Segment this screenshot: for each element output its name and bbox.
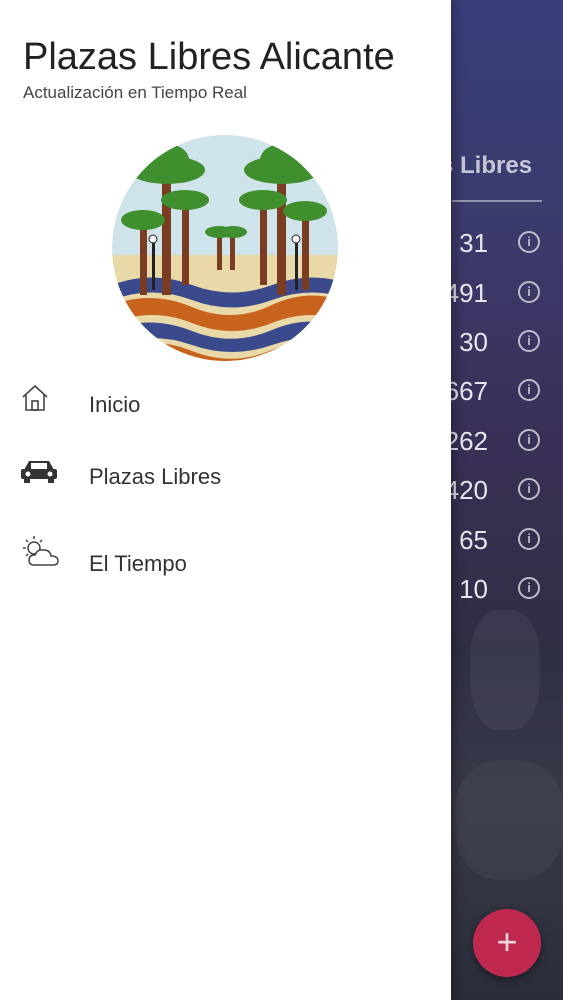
info-icon[interactable]: i: [518, 528, 540, 550]
palm-promenade-illustration: [112, 135, 338, 361]
menu-item-inicio[interactable]: Inicio: [0, 375, 451, 435]
menu-item-plazas-libres[interactable]: Plazas Libres: [0, 446, 451, 506]
table-row: 31 i: [440, 220, 563, 269]
free-spaces-value: 262: [444, 426, 488, 456]
info-icon[interactable]: i: [518, 429, 540, 451]
navigation-drawer: Plazas Libres Alicante Actualización en …: [0, 0, 451, 1000]
info-icon[interactable]: i: [518, 577, 540, 599]
free-spaces-value: 30: [459, 327, 488, 357]
free-spaces-value: 667: [444, 376, 488, 406]
info-icon[interactable]: i: [518, 231, 540, 253]
table-row: 262 i: [440, 418, 563, 467]
background-blur: [455, 760, 563, 880]
menu-item-label: El Tiempo: [89, 551, 187, 576]
menu-item-el-tiempo[interactable]: El Tiempo: [0, 533, 451, 593]
free-spaces-value: 420: [444, 475, 488, 505]
info-icon[interactable]: i: [518, 478, 540, 500]
app-subtitle: Actualización en Tiempo Real: [23, 83, 247, 102]
table-row: 667 i: [440, 368, 563, 417]
car-icon: [20, 458, 62, 494]
app-title: Plazas Libres Alicante: [23, 36, 395, 78]
avatar-image: [112, 135, 338, 361]
add-button[interactable]: +: [473, 909, 541, 977]
partly-cloudy-icon: [20, 535, 62, 571]
home-icon: [20, 383, 62, 419]
menu-item-label: Inicio: [89, 392, 141, 417]
info-icon[interactable]: i: [518, 379, 540, 401]
table-row: 491 i: [440, 270, 563, 319]
info-icon[interactable]: i: [518, 330, 540, 352]
free-spaces-value: 491: [444, 278, 488, 308]
background-blur: [470, 610, 540, 730]
info-icon[interactable]: i: [518, 281, 540, 303]
header-divider: [452, 200, 542, 202]
free-spaces-value: 65: [459, 525, 488, 555]
column-header: s Libres: [440, 152, 533, 179]
menu-item-label: Plazas Libres: [89, 464, 222, 489]
table-row: 30 i: [440, 319, 563, 368]
table-row: 65 i: [440, 517, 563, 566]
free-spaces-value: 10: [459, 574, 488, 604]
table-row: 10 i: [440, 566, 563, 615]
table-row: 420 i: [440, 467, 563, 516]
free-spaces-value: 31: [459, 228, 488, 258]
